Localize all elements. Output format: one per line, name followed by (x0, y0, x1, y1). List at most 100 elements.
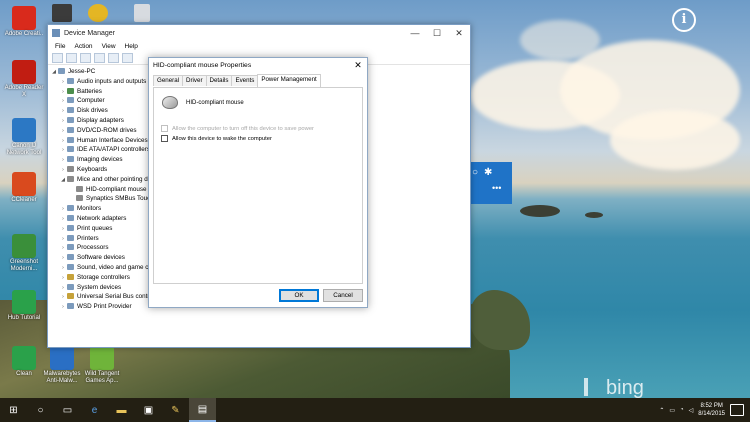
tree-node[interactable]: › Human Interface Devices (48, 136, 148, 146)
menu-file[interactable]: File (55, 43, 65, 50)
close-icon[interactable]: ✕ (349, 60, 367, 71)
tree-node[interactable]: › Storage controllers (48, 273, 148, 283)
tab-details[interactable]: Details (205, 75, 233, 86)
tree-node[interactable]: › Printers (48, 234, 148, 244)
tree-node[interactable]: › Display adapters (48, 116, 148, 126)
search-icon[interactable]: ○ (472, 167, 478, 178)
file-explorer-icon[interactable]: ▬ (108, 398, 135, 422)
tree-node-label: Audio inputs and outputs (77, 77, 147, 85)
desktop-icon-label: Wild Tangent Games Ap... (84, 371, 120, 384)
app-icon[interactable] (90, 346, 114, 370)
volume-icon[interactable]: ◁ (689, 407, 694, 414)
expand-arrow-icon[interactable]: › (59, 303, 67, 313)
view-icon[interactable] (108, 53, 119, 63)
coastal-rocks (470, 290, 530, 350)
tree-node[interactable]: › Keyboards (48, 165, 148, 175)
chevron-up-icon[interactable]: ⌃ (659, 407, 664, 414)
paint-icon[interactable]: ✎ (162, 398, 189, 422)
desktop-shortcut-icon[interactable] (52, 4, 72, 22)
network-icon[interactable]: ◔ (680, 407, 684, 413)
battery-icon[interactable]: ▭ (669, 407, 675, 414)
clock[interactable]: 8:52 PM 8/14/2015 (698, 402, 725, 418)
desktop-icon[interactable]: CCleaner (2, 172, 46, 204)
desktop-icon[interactable]: Adobe Creati.. (2, 6, 46, 38)
tree-node[interactable]: › Processors (48, 243, 148, 253)
more-icon[interactable]: ••• (466, 183, 512, 193)
cancel-button[interactable]: Cancel (323, 289, 363, 302)
desktop-icon[interactable]: Canon IJ Network Tool (2, 118, 46, 157)
allow-turn-off-checkbox[interactable]: Allow the computer to turn off this devi… (161, 125, 314, 132)
tree-node[interactable]: › Audio inputs and outputs (48, 77, 148, 87)
tree-node-label: Print queues (77, 224, 113, 232)
notification-icon[interactable] (730, 404, 744, 416)
info-icon[interactable]: i (672, 8, 696, 32)
tab-events[interactable]: Events (231, 75, 259, 86)
tree-node[interactable]: › WSD Print Provider (48, 302, 148, 312)
scan-icon[interactable] (122, 53, 133, 63)
tab-general[interactable]: General (153, 75, 184, 86)
tree-node[interactable]: › Network adapters (48, 214, 148, 224)
store-icon[interactable]: ▣ (135, 398, 162, 422)
dvd-icon (67, 126, 74, 133)
gear-icon[interactable]: ✱ (484, 167, 492, 178)
allow-wake-checkbox[interactable]: Allow this device to wake the computer (161, 135, 272, 142)
app-icon[interactable] (12, 172, 36, 196)
tree-node-label: Human Interface Devices (77, 136, 148, 144)
tree-node[interactable]: ◢ Jesse-PC (48, 67, 148, 77)
desktop-icon[interactable]: Malwarebytes Anti-Malw... (40, 346, 84, 385)
device-manager-taskbar-icon[interactable]: ▤ (189, 398, 216, 422)
tree-node[interactable]: › DVD/CD-ROM drives (48, 126, 148, 136)
device-tree[interactable]: ◢ Jesse-PC › Audio inputs and outputs › Batte… (48, 67, 148, 347)
recycle-bin-icon[interactable] (134, 4, 150, 22)
desktop-icon[interactable]: Hub Tutorial (2, 290, 46, 322)
back-icon[interactable] (52, 53, 63, 63)
ok-button[interactable]: OK (279, 289, 319, 302)
task-view-icon[interactable]: ▭ (54, 398, 81, 422)
search-cortana-icon[interactable]: ○ (27, 398, 54, 422)
menu-help[interactable]: Help (125, 43, 138, 50)
menu-action[interactable]: Action (74, 43, 92, 50)
properties-icon[interactable] (80, 53, 91, 63)
start-windows-icon[interactable]: ⊞ (0, 398, 27, 422)
tree-node[interactable]: › Disk drives (48, 106, 148, 116)
close-icon[interactable]: ✕ (448, 28, 470, 39)
app-icon[interactable] (12, 60, 36, 84)
tree-node[interactable]: ◢Mice and other pointing devices (48, 175, 148, 185)
tab-power-management[interactable]: Power Management (257, 74, 321, 87)
desktop-icon[interactable]: Adobe Reader X (2, 60, 46, 99)
tree-node[interactable]: ›Universal Serial Bus controllers (48, 292, 148, 302)
tree-node[interactable]: › Imaging devices (48, 155, 148, 165)
app-icon[interactable] (12, 118, 36, 142)
app-icon[interactable] (50, 346, 74, 370)
checkbox-box[interactable] (161, 125, 168, 132)
blue-side-panel[interactable]: ○ ✱ ••• (466, 162, 512, 204)
tree-node[interactable]: › System devices (48, 283, 148, 293)
properties-dialog[interactable]: HID-compliant mouse Properties ✕ General… (148, 57, 368, 308)
forward-icon[interactable] (66, 53, 77, 63)
tab-driver[interactable]: Driver (182, 75, 207, 86)
edge-icon[interactable]: e (81, 398, 108, 422)
tree-node[interactable]: › Software devices (48, 253, 148, 263)
app-icon[interactable] (12, 234, 36, 258)
tree-node[interactable]: Synaptics SMBus TouchPad (48, 194, 148, 204)
tree-node[interactable]: › Monitors (48, 204, 148, 214)
tree-node[interactable]: › Batteries (48, 87, 148, 97)
desktop-icon[interactable]: Greenshot Moderni... (2, 234, 46, 273)
dialog-titlebar[interactable]: HID-compliant mouse Properties ✕ (149, 58, 367, 72)
app-icon[interactable] (12, 6, 36, 30)
checkbox-box[interactable] (161, 135, 168, 142)
norton-icon[interactable] (88, 4, 108, 22)
tree-node[interactable]: › IDE ATA/ATAPI controllers (48, 145, 148, 155)
tree-node[interactable]: › Print queues (48, 224, 148, 234)
menu-view[interactable]: View (102, 43, 116, 50)
maximize-icon[interactable]: ☐ (426, 28, 448, 39)
tree-node[interactable]: ›Sound, video and game controllers (48, 263, 148, 273)
tree-node[interactable]: › Computer (48, 96, 148, 106)
desktop-icon[interactable]: Wild Tangent Games Ap... (80, 346, 124, 385)
tree-node[interactable]: HID-compliant mouse (48, 185, 148, 195)
app-icon[interactable] (12, 346, 36, 370)
help-icon[interactable] (94, 53, 105, 63)
minimize-icon[interactable]: — (404, 28, 426, 39)
device-manager-titlebar[interactable]: Device Manager — ☐ ✕ (48, 25, 470, 41)
app-icon[interactable] (12, 290, 36, 314)
